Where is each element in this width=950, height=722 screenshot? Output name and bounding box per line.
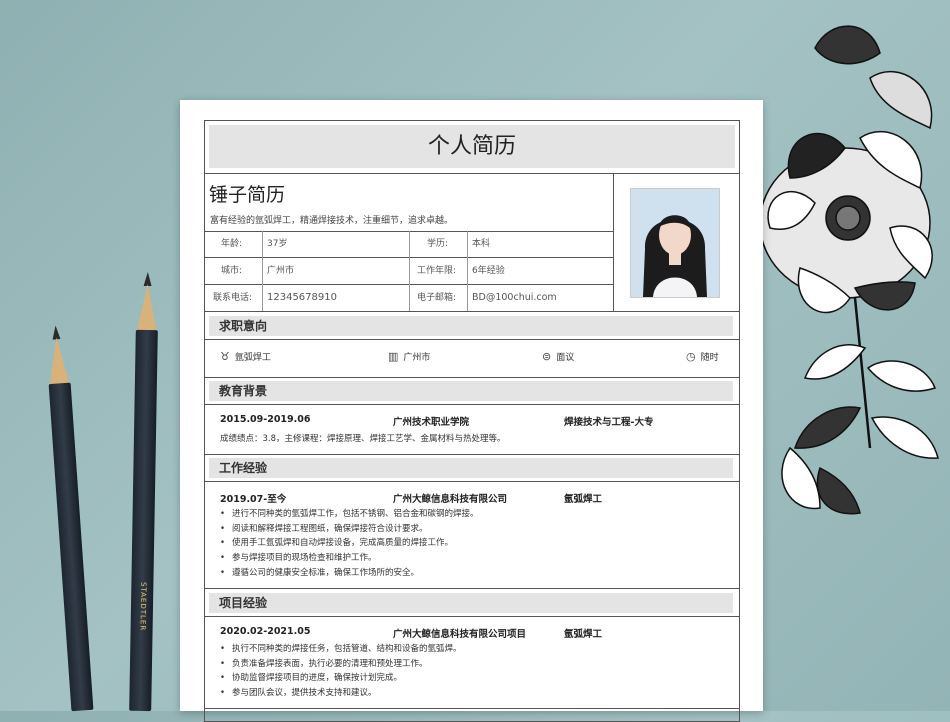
list-item: 负责准备焊接表面，执行必要的清理和预处理工作。: [220, 657, 462, 672]
education-desc: 成绩绩点：3.8，主修课程：焊接原理、焊接工艺学、金属材料与热处理等。: [220, 434, 506, 444]
info-value-age: 37岁: [267, 239, 288, 249]
pencil-brand: STAEDTLER: [138, 581, 148, 632]
resume-paper: 个人简历 锤子简历 富有经验的氩弧焊工，精通焊接技术，注重细节，追求卓越。 年龄…: [180, 100, 763, 722]
yen-icon: ⊜: [542, 350, 552, 363]
project-company: 广州大鲸信息科技有限公司项目: [393, 629, 527, 640]
intent-job-text: 氩弧焊工: [234, 353, 271, 363]
info-value-work-years: 6年经验: [472, 266, 505, 276]
info-label-phone: 联系电话:: [213, 293, 253, 303]
project-period: 2020.02-2021.05: [220, 626, 311, 637]
intent-salary-text: 面议: [556, 353, 575, 363]
education-major: 焊接技术与工程-大专: [564, 417, 654, 428]
education-period: 2015.09-2019.06: [220, 414, 311, 425]
resume-frame: 个人简历 锤子简历 富有经验的氩弧焊工，精通焊接技术，注重细节，追求卓越。 年龄…: [204, 120, 740, 722]
intent-start: ◷ 随时: [686, 350, 719, 363]
info-value-phone: 12345678910: [267, 292, 337, 303]
intent-city-text: 广州市: [403, 353, 431, 363]
work-company: 广州大鲸信息科技有限公司: [393, 494, 508, 505]
list-item: 执行不同种类的焊接任务，包括管道、结构和设备的氩弧焊。: [220, 642, 462, 657]
intent-start-text: 随时: [700, 353, 719, 363]
info-label-age: 年龄:: [221, 239, 243, 249]
intent-city: ▥ 广州市: [388, 350, 430, 363]
section-intent-header: 求职意向: [209, 316, 733, 336]
flower-illustration: [760, 25, 939, 515]
candidate-name: 锤子简历: [209, 184, 286, 206]
list-item: 协助监督焊接项目的进度，确保按计划完成。: [220, 671, 462, 686]
education-school: 广州技术职业学院: [393, 417, 470, 428]
intent-job: ♉ 氩弧焊工: [220, 350, 271, 363]
info-label-email: 电子邮箱:: [417, 293, 457, 303]
work-bullets: 进行不同种类的氩弧焊工作，包括不锈钢、铝合金和碳钢的焊接。 阅读和解释焊接工程图…: [220, 507, 479, 580]
list-item: 遵循公司的健康安全标准，确保工作场所的安全。: [220, 566, 479, 581]
tie-icon: ♉: [220, 350, 230, 363]
info-label-work-years: 工作年限:: [417, 266, 457, 276]
list-item: 进行不同种类的氩弧焊工作，包括不锈钢、铝合金和碳钢的焊接。: [220, 507, 479, 522]
info-value-email: BD@100chui.com: [472, 292, 557, 303]
intent-salary: ⊜ 面议: [542, 350, 574, 363]
info-value-city: 广州市: [267, 266, 295, 276]
candidate-photo: [630, 188, 720, 298]
list-item: 阅读和解释焊接工程图纸，确保焊接符合设计要求。: [220, 522, 479, 537]
list-item: 参与焊接项目的现场检查和维护工作。: [220, 551, 479, 566]
info-label-city: 城市:: [221, 266, 243, 276]
work-period: 2019.07-至今: [220, 494, 287, 505]
info-label-education: 学历:: [427, 239, 449, 249]
list-item: 参与团队会议，提供技术支持和建议。: [220, 686, 462, 701]
section-work-header: 工作经验: [209, 458, 733, 478]
section-education-header: 教育背景: [209, 381, 733, 401]
section-project-header: 项目经验: [209, 593, 733, 613]
work-role: 氩弧焊工: [564, 494, 603, 505]
pencil-right: STAEDTLER: [129, 272, 159, 712]
candidate-slogan: 富有经验的氩弧焊工，精通焊接技术，注重细节，追求卓越。: [210, 216, 454, 226]
project-bullets: 执行不同种类的焊接任务，包括管道、结构和设备的氩弧焊。 负责准备焊接表面，执行必…: [220, 642, 462, 701]
info-value-education: 本科: [472, 239, 491, 249]
resume-title: 个人简历: [209, 125, 735, 168]
project-role: 氩弧焊工: [564, 629, 603, 640]
pencil-left: [45, 325, 94, 712]
clock-icon: ◷: [686, 350, 696, 363]
building-icon: ▥: [388, 350, 399, 363]
list-item: 使用手工氩弧焊和自动焊接设备，完成高质量的焊接工作。: [220, 536, 479, 551]
